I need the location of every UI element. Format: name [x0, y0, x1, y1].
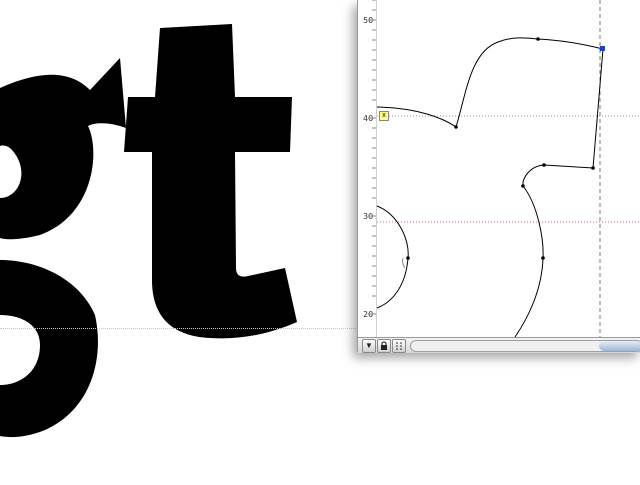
glyph-t: [124, 24, 297, 339]
outline-canvas[interactable]: [358, 0, 640, 337]
ruler-ticks: [368, 0, 376, 315]
horizontal-scrollbar[interactable]: [410, 340, 640, 352]
point[interactable]: [536, 37, 540, 41]
grid-button[interactable]: [392, 339, 406, 353]
glyph-g: [0, 58, 126, 438]
lock-icon: [381, 341, 387, 350]
editor-status-bar: ▼: [358, 337, 640, 353]
point[interactable]: [591, 166, 595, 170]
point[interactable]: [454, 125, 458, 129]
menu-button[interactable]: ▼: [362, 339, 376, 353]
glyph-editor-window[interactable]: 50 40 30 20 x ▼: [357, 0, 640, 353]
scrollbar-thumb[interactable]: [599, 341, 640, 351]
point[interactable]: [542, 163, 546, 167]
point[interactable]: [521, 184, 525, 188]
outline-points[interactable]: [406, 37, 595, 260]
point[interactable]: [541, 256, 545, 260]
anchor-marker[interactable]: x: [379, 111, 389, 121]
outline-lower-stroke[interactable]: [514, 185, 544, 337]
triangle-down-icon: ▼: [365, 341, 373, 350]
selected-point[interactable]: [600, 46, 605, 51]
dots-icon: [396, 342, 402, 350]
baseline-guide: [0, 328, 360, 329]
point[interactable]: [406, 256, 410, 260]
outline-top-bowl[interactable]: [455, 37, 604, 128]
outline-left-arc[interactable]: [376, 205, 409, 309]
lock-button[interactable]: [377, 339, 391, 353]
outline-tiny-hint: [402, 257, 406, 269]
outline-right-stem[interactable]: [522, 48, 604, 187]
